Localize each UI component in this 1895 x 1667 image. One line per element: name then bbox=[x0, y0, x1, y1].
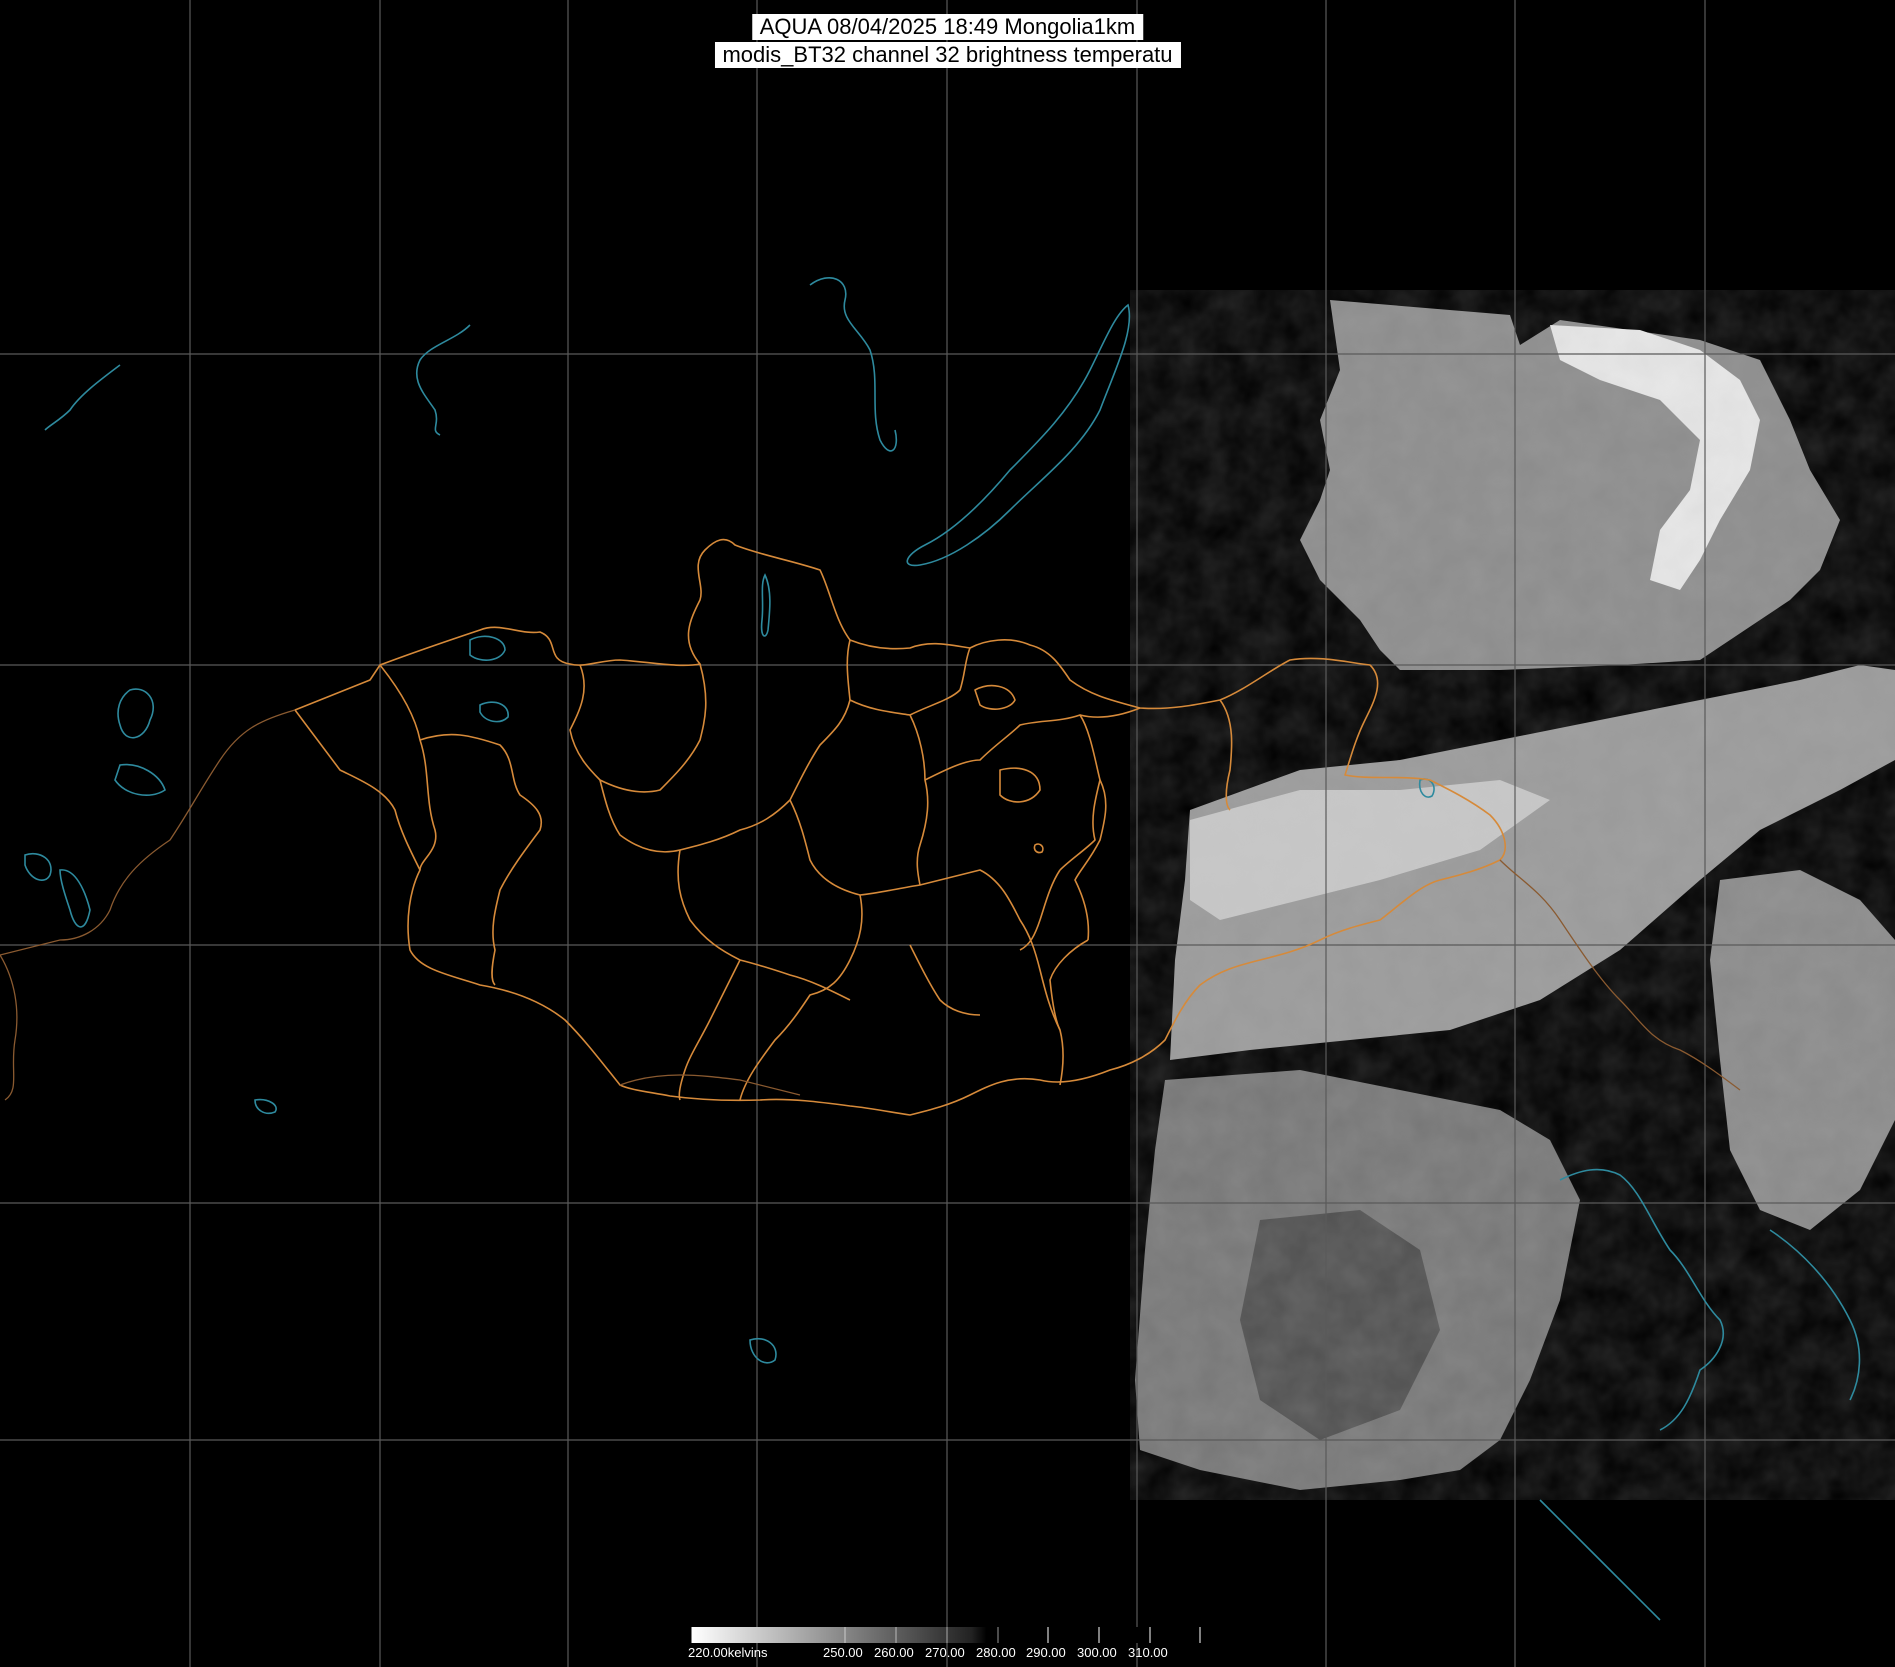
colorbar-tick-260: 260.00 bbox=[874, 1645, 914, 1660]
colorbar-tick-280: 280.00 bbox=[976, 1645, 1016, 1660]
aimag-inner-uvs bbox=[974, 684, 1016, 710]
aimag-border-11 bbox=[1074, 779, 1107, 941]
lake-west4 bbox=[59, 869, 91, 928]
border-west bbox=[0, 709, 296, 956]
river-west bbox=[44, 364, 121, 431]
colorbar-tick-270: 270.00 bbox=[925, 1645, 965, 1660]
border-kazakh bbox=[0, 954, 18, 1101]
satellite-map bbox=[0, 0, 1895, 1667]
coast-bohai bbox=[1539, 1499, 1661, 1621]
lake-west3 bbox=[24, 853, 52, 881]
aimag-border-7 bbox=[849, 699, 929, 886]
aimag-border-1 bbox=[379, 664, 437, 871]
aimag-border-3 bbox=[569, 663, 707, 793]
aimag-border-5 bbox=[677, 849, 851, 1001]
lake-south1 bbox=[254, 1098, 277, 1115]
map-title-line1: AQUA 08/04/2025 18:49 Mongolia1km bbox=[751, 14, 1144, 40]
aimag-inner-small bbox=[1033, 843, 1044, 854]
lake-khovsgol bbox=[760, 573, 771, 637]
aimag-border-6 bbox=[789, 799, 1064, 1086]
aimag-border-4 bbox=[599, 639, 851, 853]
lake-khyargas bbox=[479, 701, 509, 723]
colorbar-tick-290: 290.00 bbox=[1026, 1645, 1066, 1660]
colorbar bbox=[691, 1627, 1201, 1643]
colorbar-unit-label: 220.00kelvins bbox=[688, 1645, 768, 1660]
aimag-border-14 bbox=[909, 944, 981, 1016]
lake-west1 bbox=[117, 688, 155, 739]
colorbar-tick-310: 310.00 bbox=[1128, 1645, 1168, 1660]
aimag-border-2 bbox=[419, 733, 542, 986]
colorbar-tick-300: 300.00 bbox=[1077, 1645, 1117, 1660]
aimag-border-9 bbox=[924, 714, 1101, 871]
map-title-line2: modis_BT32 channel 32 brightness tempera… bbox=[714, 42, 1181, 68]
colorbar-tick-250: 250.00 bbox=[823, 1645, 863, 1660]
aimag-border-13 bbox=[1049, 939, 1089, 1031]
colorbar-gradient bbox=[692, 1627, 1200, 1643]
lake-south2 bbox=[749, 1338, 777, 1364]
lake-baikal bbox=[906, 303, 1131, 567]
aimag-inner-ub bbox=[999, 767, 1041, 803]
river-angara bbox=[809, 276, 898, 452]
lake-uvs bbox=[469, 635, 506, 661]
swath-imagery bbox=[1130, 290, 1895, 1500]
aimag-border-8 bbox=[909, 647, 971, 716]
aimag-border-17 bbox=[1019, 869, 1061, 951]
river-yenisei-branch bbox=[415, 324, 471, 436]
lake-west2 bbox=[114, 763, 166, 796]
